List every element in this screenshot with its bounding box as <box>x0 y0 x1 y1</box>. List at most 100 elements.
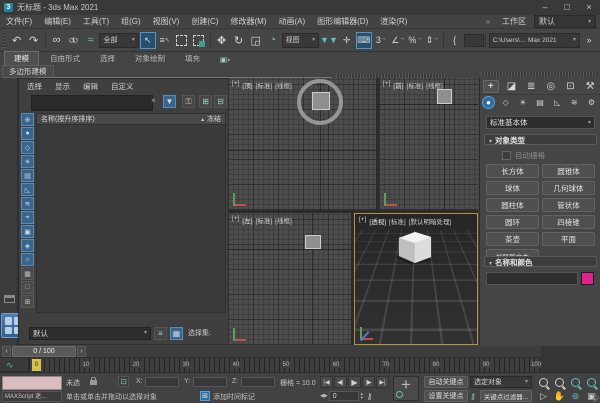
workspace-dropdown[interactable]: 默认 ▾ <box>534 15 596 28</box>
undo-icon[interactable]: ↶ <box>9 32 25 49</box>
display-geometry-icon[interactable]: ● <box>21 127 34 140</box>
rollout-name-and-color[interactable]: ▾名称和颜色 <box>484 256 597 267</box>
viewport-menu-view[interactable]: [透视] <box>369 216 386 226</box>
current-frame-marker[interactable]: 0 <box>32 359 41 371</box>
hierarchy-tab-icon[interactable]: ≣ <box>524 81 538 92</box>
window-resize-grip[interactable] <box>592 395 599 402</box>
rectangular-selection-region-icon[interactable] <box>174 32 190 49</box>
teapot-button[interactable]: 茶壶 <box>486 232 539 246</box>
geometry-category-icon[interactable]: ● <box>482 96 495 109</box>
viewport-top[interactable]: [+] [顶] [标准] [线框] <box>228 78 376 210</box>
zoom-extents-all-icon[interactable] <box>584 376 599 388</box>
viewport-perspective-active[interactable]: [+] [透视] [标准] [默认明暗处理] <box>354 213 478 345</box>
explorer-menu-customize[interactable]: 自定义 <box>111 81 134 92</box>
display-all-icon[interactable]: ⊕ <box>21 113 34 126</box>
lock-icon[interactable]: ⚿ <box>182 95 195 108</box>
current-frame-field[interactable]: 0 <box>329 391 359 401</box>
select-by-name-icon[interactable]: ≡↖ <box>157 32 173 49</box>
motion-tab-icon[interactable]: ◎ <box>544 81 558 92</box>
ribbon-tab-freeform[interactable]: 自由形式 <box>41 52 89 65</box>
key-icon[interactable]: ⚷ <box>367 392 373 401</box>
key-filters-button[interactable]: 关键点过滤器... <box>480 390 532 402</box>
viewport-front[interactable]: [+] [前] [标准] [线框] <box>379 78 478 210</box>
clear-search-icon[interactable]: × <box>151 96 156 105</box>
spacewarps-category-icon[interactable]: ≋ <box>568 96 581 109</box>
viewport-menu-view[interactable]: [左] <box>242 215 252 225</box>
keyboard-shortcut-override-icon[interactable]: ⌨ <box>356 32 372 49</box>
spinner-snap-icon[interactable]: ⇕¬ <box>424 32 440 49</box>
select-and-move-icon[interactable]: ✥ <box>214 32 230 49</box>
viewport-menu-shading[interactable]: [默认明暗处理] <box>409 216 452 226</box>
box-object[interactable] <box>312 92 330 110</box>
explorer-menu-select[interactable]: 选择 <box>27 81 42 92</box>
menu-views[interactable]: 视图(V) <box>147 16 186 27</box>
menu-tools[interactable]: 工具(T) <box>77 16 115 27</box>
key-mode-toggle-icon[interactable]: ◀▶ <box>320 393 328 399</box>
time-slider-handle[interactable]: 0 / 100 <box>12 346 76 357</box>
viewport-menu-plus[interactable]: [+] <box>383 80 390 90</box>
display-groups-icon[interactable]: ▦ <box>21 267 34 280</box>
zoom-icon[interactable] <box>536 376 551 388</box>
autogrid-checkbox[interactable] <box>502 151 511 160</box>
display-xrefs-icon[interactable]: ☼ <box>21 253 34 266</box>
zoom-all-views-icon[interactable] <box>552 376 567 388</box>
pyramid-button[interactable]: 四棱锥 <box>542 215 595 229</box>
display-frozen-icon[interactable]: □ <box>21 281 34 294</box>
explorer-menu-edit[interactable]: 编辑 <box>83 81 98 92</box>
window-crossing-icon[interactable] <box>191 32 207 49</box>
maxscript-mini-listener[interactable] <box>2 376 62 390</box>
auto-key-button[interactable]: 自动关键点 <box>424 376 468 388</box>
torus-button[interactable]: 圆环 <box>486 215 539 229</box>
display-shapes-icon[interactable]: ◇ <box>21 141 34 154</box>
mini-curve-editor-icon[interactable]: ∿ <box>6 360 14 371</box>
ribbon-minimize-icon[interactable]: ▣▾ <box>211 54 239 65</box>
next-frame-icon[interactable]: |▶ <box>362 376 375 388</box>
named-sets-stack-icon[interactable]: ≡ <box>154 327 167 340</box>
play-icon[interactable]: ▶ <box>348 376 361 388</box>
ribbon-tab-selection[interactable]: 选择 <box>91 52 124 65</box>
select-object-icon[interactable]: ↖ <box>140 32 156 49</box>
menu-animation[interactable]: 动画(A) <box>272 16 311 27</box>
edit-named-selection-sets-icon[interactable]: { <box>447 32 463 49</box>
shapes-category-icon[interactable]: ◇ <box>499 96 512 109</box>
helpers-category-icon[interactable]: ◺ <box>551 96 564 109</box>
primitive-type-dropdown[interactable]: 标准基本体 ▾ <box>486 116 595 129</box>
modify-tab-icon[interactable]: ◪ <box>504 81 518 92</box>
close-button[interactable]: × <box>578 0 600 15</box>
floating-window-icon[interactable] <box>4 295 15 303</box>
sync-selection-icon[interactable]: ⊟ <box>214 95 227 108</box>
plane-button[interactable]: 平面 <box>542 232 595 246</box>
viewport-menu-style[interactable]: [标准] <box>407 80 424 90</box>
zoom-region-icon[interactable]: ▷ <box>536 390 551 402</box>
sphere-button[interactable]: 球体 <box>486 181 539 195</box>
viewport-menu-shading[interactable]: [线框] <box>275 215 292 225</box>
lights-category-icon[interactable]: ☀ <box>516 96 529 109</box>
toolbar-grip[interactable] <box>3 33 6 48</box>
viewport-menu-view[interactable]: [顶] <box>242 80 252 90</box>
ribbon-tab-populate[interactable]: 填充 <box>176 52 209 65</box>
cylinder-button[interactable]: 圆柱体 <box>486 198 539 212</box>
utilities-tab-icon[interactable]: ⚒ <box>583 81 597 92</box>
viewport-menu-view[interactable]: [前] <box>393 80 403 90</box>
viewport-menu-shading[interactable]: [线框] <box>426 80 443 90</box>
explorer-menu-display[interactable]: 显示 <box>55 81 70 92</box>
pick-parent-icon[interactable]: ⊞ <box>199 95 212 108</box>
column-frozen-label[interactable]: 冻结 <box>207 116 221 123</box>
go-to-end-icon[interactable]: ▶| <box>376 376 389 388</box>
object-color-swatch[interactable] <box>581 272 594 285</box>
tube-button[interactable]: 管状体 <box>542 198 595 212</box>
menu-graph-editors[interactable]: 图形编辑器(D) <box>311 16 374 27</box>
redo-icon[interactable]: ↷ <box>26 32 42 49</box>
box-object[interactable] <box>437 89 452 104</box>
orbit-icon[interactable]: ⊚ <box>568 390 583 402</box>
display-hidden-icon[interactable]: ⊞ <box>21 295 34 308</box>
viewport-menu-plus[interactable]: [+] <box>232 215 239 225</box>
select-and-place-icon[interactable]: ◔ <box>265 32 281 49</box>
percent-snap-icon[interactable]: %¬ <box>407 32 423 49</box>
use-pivot-center-icon[interactable]: ▼▼ <box>320 32 338 49</box>
viewport-left[interactable]: [+] [左] [标准] [线框] <box>228 213 351 345</box>
menu-create[interactable]: 创建(C) <box>185 16 224 27</box>
app-logo-icon[interactable] <box>4 3 13 12</box>
box-object-shaded[interactable] <box>393 226 437 266</box>
display-containers-icon[interactable]: ▣ <box>21 225 34 238</box>
